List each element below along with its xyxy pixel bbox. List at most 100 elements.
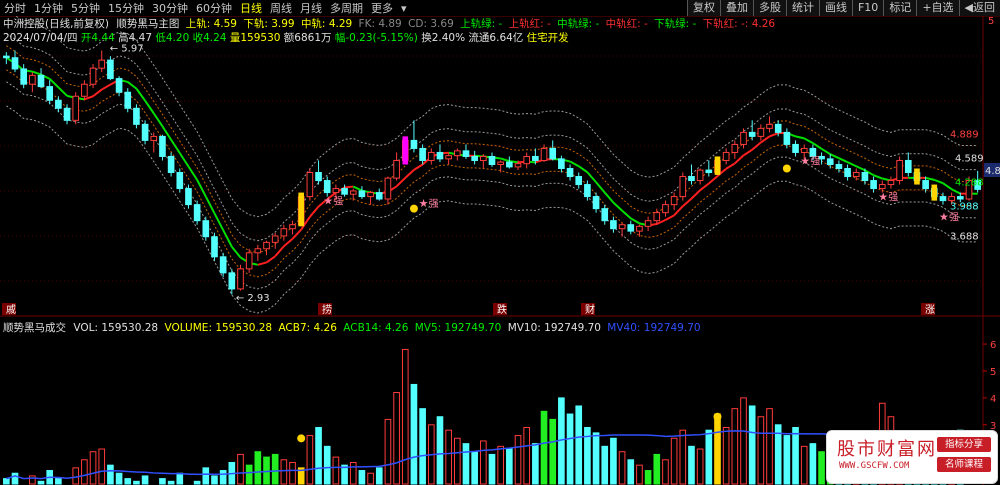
period-tab-6[interactable]: 日线 [236, 0, 266, 16]
stock-name[interactable]: 中洲控股(日线,前复权) [3, 18, 109, 30]
candle-body [46, 86, 54, 101]
candle-body [280, 228, 288, 237]
lower-rail-value: 下轨: 3.99 [243, 18, 295, 30]
more-dropdown-icon[interactable]: ▾ [397, 2, 411, 15]
candle-body [367, 192, 374, 198]
candle-body [601, 208, 609, 222]
volume-bar [202, 467, 210, 485]
fk-annotation: 4.889 [950, 129, 979, 140]
volume-bar [480, 440, 487, 485]
bottom-tag-3: 财 [585, 303, 595, 316]
period-tab-5[interactable]: 60分钟 [192, 0, 236, 16]
volume-bar [592, 432, 600, 485]
watermark-title: 股市财富网 [837, 439, 937, 460]
candle-body [549, 147, 557, 160]
middle-rail-segment [274, 245, 285, 257]
toolbar-button-7[interactable]: +自选 [916, 0, 959, 16]
period-tab-1[interactable]: 1分钟 [30, 0, 67, 16]
band-fk-line [15, 16, 978, 218]
volume-bar [644, 470, 652, 485]
period-tab-0[interactable]: 分时 [0, 0, 30, 16]
toolbar-button-3[interactable]: 统计 [785, 0, 819, 16]
volume-bar [618, 451, 626, 485]
period-tab-7[interactable]: 周线 [266, 0, 296, 16]
candle-body [740, 131, 747, 145]
volume-bar [237, 453, 244, 485]
middle-rail-segment [135, 88, 146, 102]
volume-bar [688, 445, 695, 485]
candle-body [263, 241, 270, 250]
strong-star-icon-4: ★ [939, 211, 949, 224]
middle-rail-segment [57, 86, 68, 97]
middle-rail-segment [395, 177, 406, 188]
middle-rail-segment [734, 154, 745, 165]
volume-bar [98, 448, 106, 485]
toolbar-button-0[interactable]: 复权 [686, 0, 720, 16]
toolbar-button-5[interactable]: F10 [851, 0, 884, 16]
indicator-name[interactable]: 顺势黑马主图 [116, 18, 179, 30]
middle-rail-segment [942, 182, 953, 191]
period-tab-8[interactable]: 月线 [296, 0, 326, 16]
mv10-value: MV10: 192749.70 [507, 322, 601, 334]
middle-rail-segment [795, 135, 805, 140]
volume-bar [506, 448, 513, 485]
candle-body [3, 55, 10, 59]
money-bag-icon-0 [409, 204, 418, 213]
up-red-value: 上轨红: - [508, 18, 551, 30]
volume-bar [55, 478, 62, 485]
volume-value: VOLUME: 159530.28 [164, 322, 273, 334]
fk-value: FK: 4.89 [358, 18, 402, 30]
toolbar-button-6[interactable]: 标记 [883, 0, 917, 16]
toolbar-button-8[interactable]: ◀返回 [958, 0, 1000, 16]
volume-bar [37, 480, 45, 485]
money-bag-icon-1 [782, 164, 791, 173]
candle-body [748, 131, 756, 137]
toolbar-button-2[interactable]: 多股 [752, 0, 786, 16]
candle-body [150, 135, 158, 141]
strong-signal-label-4: 强 [949, 212, 959, 224]
period-tab-3[interactable]: 15分钟 [104, 0, 148, 16]
period-tab-10[interactable]: 更多 [367, 0, 397, 16]
toolbar-button-1[interactable]: 叠加 [719, 0, 753, 16]
candle-body [670, 196, 678, 206]
period-tab-2[interactable]: 5分钟 [67, 0, 104, 16]
period-tab-4[interactable]: 30分钟 [148, 0, 192, 16]
middle-rail-segment [413, 163, 424, 171]
candle-body [480, 155, 487, 161]
volume-bar [679, 429, 687, 485]
watermark-tag-course: 名师课程 [937, 457, 991, 472]
volume-bar [809, 443, 817, 485]
candle-body [55, 99, 62, 109]
candle-body [245, 252, 253, 270]
volume-bar [167, 480, 175, 485]
quote-sector[interactable]: 住宅开发 [527, 32, 569, 44]
middle-rail-segment [699, 182, 710, 191]
middle-rail-segment [586, 171, 597, 183]
volume-bar [375, 467, 383, 485]
candle-body [506, 161, 513, 168]
candle-body [844, 168, 851, 178]
volume-bar [401, 348, 409, 485]
middle-rail-segment [933, 178, 944, 185]
candle-body [315, 172, 322, 182]
volume-money-bag-icon-1 [713, 412, 722, 421]
period-tab-9[interactable]: 多周期 [326, 0, 367, 16]
acb7-value: ACB7: 4.26 [278, 322, 337, 334]
toolbar-button-4[interactable]: 画线 [818, 0, 852, 16]
volume-bar [653, 453, 661, 485]
mv5-value: MV5: 192749.70 [414, 322, 502, 334]
volume-bar [410, 383, 418, 485]
volume-bar [523, 426, 531, 485]
kline-chart[interactable]: ★ 强 ★ 强★ 强★ 强★ 强← 5.97← 2.934.8894.5894.2883.9… [0, 16, 1000, 485]
middle-rail-segment [847, 161, 857, 168]
candle-body [610, 220, 617, 230]
volume-axis-label-2: 4 [990, 394, 996, 405]
bottom-tag-2: 跌 [497, 303, 507, 316]
volume-bar [731, 408, 739, 485]
candle-body [644, 220, 652, 227]
volume-bar [497, 445, 504, 485]
volume-bar [670, 437, 678, 485]
middle-rail-segment [309, 205, 320, 218]
volume-indicator-name[interactable]: 顺势黑马成交 [3, 322, 66, 334]
middle-rail-segment [925, 176, 935, 181]
